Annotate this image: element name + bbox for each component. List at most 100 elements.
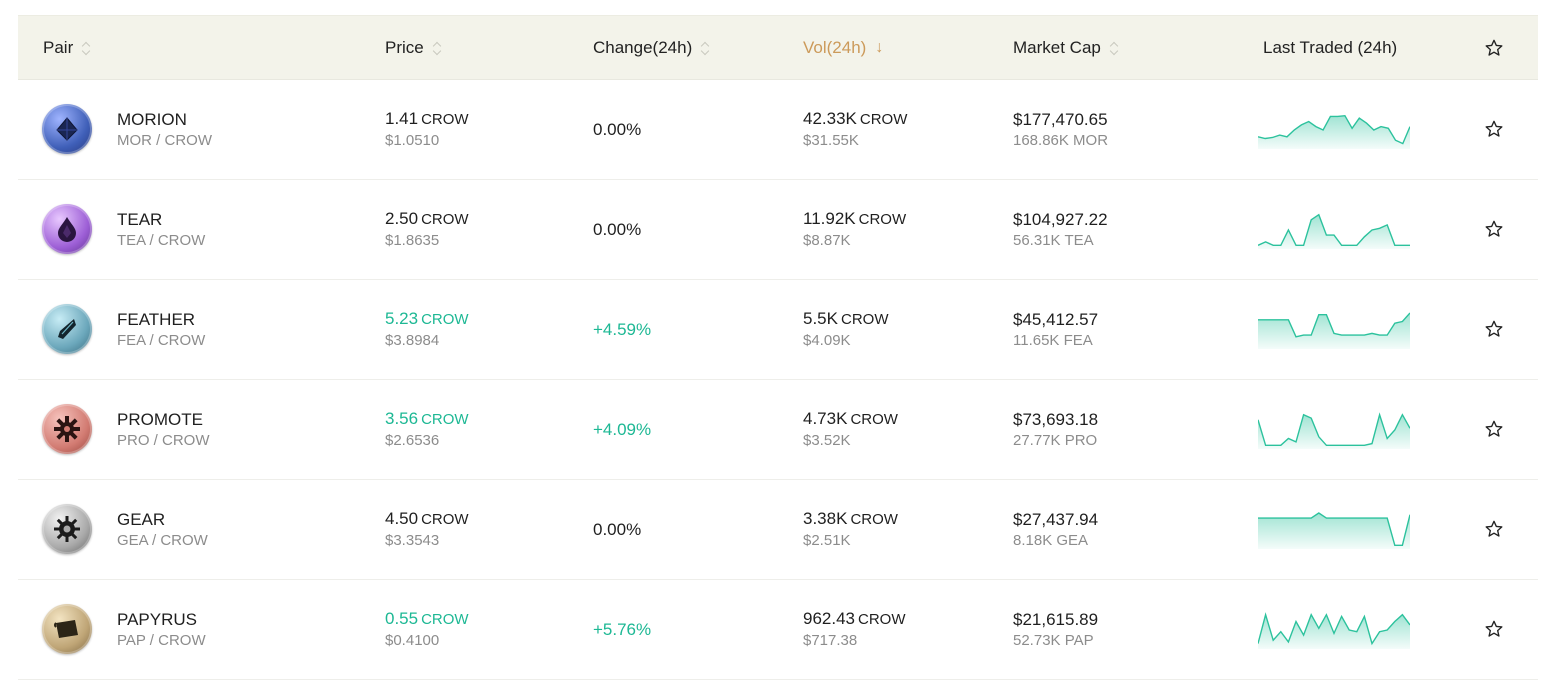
favorite-toggle[interactable] xyxy=(1484,519,1504,539)
change-value: 0.00% xyxy=(593,120,642,139)
price-unit: CROW xyxy=(421,411,469,428)
pair-name: PROMOTE xyxy=(117,409,203,429)
price-usd: $1.0510 xyxy=(385,132,440,149)
sort-icon[interactable] xyxy=(433,41,442,55)
pair-cell[interactable]: MORION MOR / CROW xyxy=(117,80,212,179)
change-cell: +4.09% xyxy=(593,380,651,479)
pair-cell[interactable]: GEAR GEA / CROW xyxy=(117,480,208,579)
table-row[interactable]: PROMOTE PRO / CROW 3.56 CROW $2.6536 +4.09% 4.… xyxy=(18,380,1538,480)
table-row[interactable]: MORION MOR / CROW 1.41 CROW $1.0510 0.00% 42.3… xyxy=(18,80,1538,180)
price-value: 2.50 xyxy=(385,209,419,228)
star-icon[interactable] xyxy=(1484,219,1504,239)
price-value: 1.41 xyxy=(385,109,419,128)
column-market-cap[interactable]: Market Cap xyxy=(1013,16,1119,79)
sort-descending-icon[interactable]: ↓ xyxy=(875,39,883,57)
sparkline-chart xyxy=(1258,213,1410,249)
star-icon[interactable] xyxy=(1484,319,1504,339)
pair-symbol: GEA / CROW xyxy=(117,531,208,549)
favorite-toggle[interactable] xyxy=(1484,219,1504,239)
market-cap-value: $45,412.57 xyxy=(1013,309,1099,329)
price-unit: CROW xyxy=(421,611,469,628)
pair-name: PAPYRUS xyxy=(117,609,197,629)
market-cap-supply: 8.18K GEA xyxy=(1013,531,1089,549)
promote-coin-icon xyxy=(42,404,92,454)
sort-icon[interactable] xyxy=(1110,41,1119,55)
volume-usd: $717.38 xyxy=(803,632,858,649)
price-cell: 3.56 CROW $2.6536 xyxy=(385,380,469,479)
table-row[interactable]: GEAR GEA / CROW 4.50 CROW $3.3543 0.00% 3.38K C… xyxy=(18,480,1538,580)
change-value: 0.00% xyxy=(593,220,642,239)
price-usd: $1.8635 xyxy=(385,232,440,249)
column-change[interactable]: Change(24h) xyxy=(593,16,710,79)
volume-value: 5.5K xyxy=(803,309,838,328)
change-value: 0.00% xyxy=(593,520,642,539)
change-cell: 0.00% xyxy=(593,80,641,179)
sort-icon[interactable] xyxy=(82,41,91,55)
star-icon[interactable] xyxy=(1484,519,1504,539)
volume-usd: $8.87K xyxy=(803,232,851,249)
tear-coin-icon xyxy=(42,204,92,254)
morion-coin-icon xyxy=(42,104,92,154)
price-unit: CROW xyxy=(421,211,469,228)
price-value: 4.50 xyxy=(385,509,419,528)
star-icon[interactable] xyxy=(1484,119,1504,139)
favorites-header-star[interactable] xyxy=(1484,16,1504,79)
sparkline-chart xyxy=(1258,612,1410,649)
column-volume[interactable]: Vol(24h) ↓ xyxy=(803,16,883,79)
sparkline-chart xyxy=(1258,412,1410,449)
price-usd: $3.3543 xyxy=(385,532,440,549)
table-row[interactable]: FEATHER FEA / CROW 5.23 CROW $3.8984 +4.59% 5.… xyxy=(18,280,1538,380)
volume-value: 4.73K xyxy=(803,409,848,428)
table-row[interactable]: PAPYRUS PAP / CROW 0.55 CROW $0.4100 +5.76% 96… xyxy=(18,580,1538,680)
market-cap-cell: $27,437.94 8.18K GEA xyxy=(1013,480,1098,579)
volume-value: 3.38K xyxy=(803,509,848,528)
market-cap-supply: 56.31K TEA xyxy=(1013,231,1094,249)
price-value: 3.56 xyxy=(385,409,419,428)
column-pair[interactable]: Pair xyxy=(43,16,91,79)
volume-value: 962.43 xyxy=(803,609,855,628)
column-last-traded-label: Last Traded (24h) xyxy=(1263,37,1398,57)
gear-coin-icon xyxy=(42,504,92,554)
market-cap-value: $21,615.89 xyxy=(1013,609,1099,629)
pair-symbol: FEA / CROW xyxy=(117,331,206,349)
market-cap-supply: 11.65K FEA xyxy=(1013,331,1093,349)
star-icon[interactable] xyxy=(1484,619,1504,639)
market-cap-value: $73,693.18 xyxy=(1013,409,1099,429)
pair-cell[interactable]: FEATHER FEA / CROW xyxy=(117,280,205,379)
table-header: Pair Price Change(24h) Vol(24h) ↓ Market… xyxy=(18,15,1538,80)
sort-icon[interactable] xyxy=(701,41,710,55)
column-price[interactable]: Price xyxy=(385,16,442,79)
star-icon[interactable] xyxy=(1484,419,1504,439)
favorite-toggle[interactable] xyxy=(1484,419,1504,439)
price-cell: 4.50 CROW $3.3543 xyxy=(385,480,469,579)
market-cap-supply: 168.86K MOR xyxy=(1013,131,1109,149)
market-cap-value: $104,927.22 xyxy=(1013,209,1108,229)
change-cell: 0.00% xyxy=(593,480,641,579)
table-row[interactable]: TEAR TEA / CROW 2.50 CROW $1.8635 0.00% 11.92K… xyxy=(18,180,1538,280)
pair-cell[interactable]: PROMOTE PRO / CROW xyxy=(117,380,210,479)
change-value: +4.59% xyxy=(593,320,652,339)
market-cap-value: $27,437.94 xyxy=(1013,509,1099,529)
price-usd: $2.6536 xyxy=(385,432,440,449)
table-body: MORION MOR / CROW 1.41 CROW $1.0510 0.00% 42.3… xyxy=(18,80,1538,680)
volume-cell: 42.33K CROW $31.55K xyxy=(803,80,907,179)
pair-cell[interactable]: TEAR TEA / CROW xyxy=(117,180,205,279)
change-value: +4.09% xyxy=(593,420,652,439)
favorite-toggle[interactable] xyxy=(1484,119,1504,139)
pair-cell[interactable]: PAPYRUS PAP / CROW xyxy=(117,580,206,679)
star-icon[interactable] xyxy=(1484,38,1504,58)
price-unit: CROW xyxy=(421,311,469,328)
price-value: 5.23 xyxy=(385,309,419,328)
price-value: 0.55 xyxy=(385,609,419,628)
change-cell: +4.59% xyxy=(593,280,651,379)
favorite-toggle[interactable] xyxy=(1484,619,1504,639)
change-value: +5.76% xyxy=(593,620,652,639)
pair-symbol: TEA / CROW xyxy=(117,231,206,249)
volume-cell: 5.5K CROW $4.09K xyxy=(803,280,888,379)
favorite-toggle[interactable] xyxy=(1484,319,1504,339)
market-cap-cell: $73,693.18 27.77K PRO xyxy=(1013,380,1098,479)
pair-symbol: PRO / CROW xyxy=(117,431,210,449)
pair-symbol: PAP / CROW xyxy=(117,631,206,649)
volume-unit: CROW xyxy=(859,111,908,128)
market-cap-cell: $21,615.89 52.73K PAP xyxy=(1013,580,1098,679)
